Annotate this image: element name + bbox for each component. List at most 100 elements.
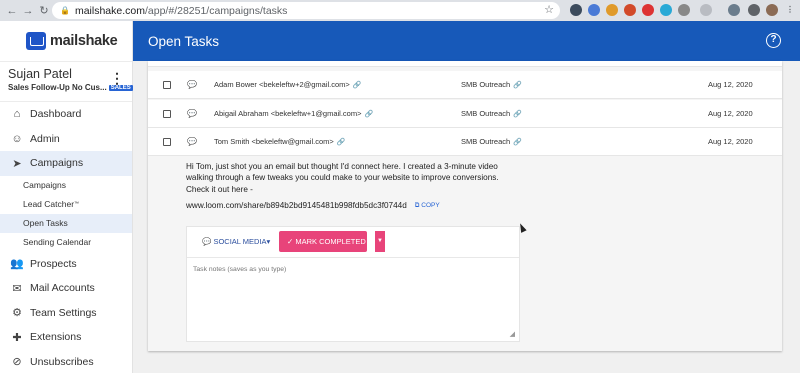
page-header: Open Tasks ? — [133, 21, 800, 61]
campaign-cell[interactable]: SMB Outreach 🔗 — [461, 137, 522, 146]
row-checkbox[interactable] — [163, 80, 171, 89]
date-cell: Aug 12, 2020 — [708, 137, 753, 146]
link-icon[interactable]: 🔗 — [513, 82, 522, 89]
sidebar-item-mail-accounts[interactable]: ✉ Mail Accounts — [0, 276, 132, 301]
contact-text: Adam Bower <bekeleftw+2@gmail.com> — [214, 80, 350, 89]
contact-text: Abigail Abraham <bekeleftw+1@gmail.com> — [214, 109, 362, 118]
task-url-line: www.loom.com/share/b894b2bd9145481b998fd… — [186, 201, 440, 210]
help-icon[interactable]: ? — [766, 33, 781, 48]
extension-icon[interactable] — [588, 4, 600, 16]
campaign-cell[interactable]: SMB Outreach 🔗 — [461, 80, 522, 89]
copy-button[interactable]: ⧉ COPY — [415, 202, 440, 210]
sidebar-subitem-label: Open Tasks — [23, 218, 68, 228]
social-media-dropdown[interactable]: 💬 SOCIAL MEDIA▾ — [202, 237, 270, 246]
campaign-text: SMB Outreach — [461, 137, 511, 146]
extension-icon[interactable] — [570, 4, 582, 16]
link-icon[interactable]: 🔗 — [513, 111, 522, 118]
extension-icon[interactable] — [660, 4, 672, 16]
task-notes-input[interactable] — [187, 257, 519, 341]
sidebar-item-label: Prospects — [30, 257, 77, 270]
trademark-mark: ™ — [74, 201, 80, 207]
chat-icon: 💬 — [187, 109, 197, 118]
extension-icon[interactable] — [728, 4, 740, 16]
paper-plane-icon: ➤ — [12, 157, 22, 170]
resize-handle-icon[interactable]: ◢ — [510, 330, 515, 338]
campaign-text: SMB Outreach — [461, 109, 511, 118]
gears-icon: ⚙ — [12, 307, 22, 320]
nav-menu: ⌂ Dashboard ☺ Admin ➤ Campaigns Campaigns L… — [0, 101, 132, 373]
forward-icon[interactable]: → — [20, 5, 36, 17]
envelope-icon: ✉ — [12, 282, 22, 295]
home-icon: ⌂ — [13, 108, 21, 121]
sidebar-item-dashboard[interactable]: ⌂ Dashboard — [0, 102, 132, 127]
extension-icon[interactable] — [624, 4, 636, 16]
sidebar-item-extensions[interactable]: ✚ Extensions — [0, 325, 132, 350]
sidebar-item-label: Extensions — [30, 331, 82, 344]
user-menu-icon[interactable]: ⋮ — [110, 70, 124, 87]
row-checkbox[interactable] — [163, 109, 171, 118]
bookmark-star-icon[interactable]: ☆ — [544, 3, 554, 16]
puzzle-icon[interactable] — [748, 4, 760, 16]
logo[interactable]: mailshake — [0, 21, 132, 61]
sidebar-subitem-campaigns[interactable]: Campaigns — [0, 176, 132, 195]
chat-icon: 💬 — [202, 237, 212, 246]
check-icon: ✓ — [287, 237, 296, 246]
more-icon[interactable]: ⋮ — [784, 4, 796, 16]
task-actions-box: 💬 SOCIAL MEDIA▾ ✓ MARK COMPLETED ▼ ◢ — [186, 226, 520, 342]
caret-down-icon: ▾ — [266, 237, 271, 246]
user-panel: Sujan Patel Sales Follow-Up No Cus... SAL… — [0, 61, 133, 101]
chat-icon: 💬 — [187, 80, 197, 89]
reload-icon[interactable]: ↻ — [36, 4, 52, 17]
copy-label: COPY — [421, 201, 440, 209]
link-icon[interactable]: 🔗 — [513, 139, 522, 146]
contact-cell[interactable]: Adam Bower <bekeleftw+2@gmail.com> 🔗 — [214, 80, 362, 89]
sidebar-item-label: Campaigns — [30, 157, 84, 170]
table-row[interactable] — [148, 61, 782, 67]
address-bar[interactable]: 🔒 mailshake.com/app/#/28251/campaigns/ta… — [52, 2, 560, 19]
user-slash-icon: ⊘ — [12, 356, 22, 369]
sidebar-item-prospects[interactable]: 👥 Prospects — [0, 252, 132, 277]
admin-icon: ☺ — [11, 132, 23, 145]
copy-icon: ⧉ — [414, 201, 420, 209]
extension-icon[interactable] — [642, 4, 654, 16]
mailshake-logo-icon — [26, 32, 46, 50]
sidebar-item-team-settings[interactable]: ⚙ Team Settings — [0, 301, 132, 326]
extension-icon[interactable] — [606, 4, 618, 16]
mark-completed-label: MARK COMPLETED — [295, 237, 366, 246]
task-url[interactable]: www.loom.com/share/b894b2bd9145481b998fd… — [186, 201, 407, 210]
extension-icon[interactable] — [678, 4, 690, 16]
sidebar-item-label: Mail Accounts — [30, 282, 95, 295]
sidebar-item-label: Dashboard — [30, 108, 82, 121]
link-icon[interactable]: 🔗 — [364, 111, 373, 118]
table-row[interactable]: 💬 Adam Bower <bekeleftw+2@gmail.com> 🔗 SM… — [148, 71, 782, 99]
date-cell: Aug 12, 2020 — [708, 109, 753, 118]
avatar[interactable] — [766, 4, 778, 16]
sidebar-subitem-label: Lead Catcher — [23, 199, 75, 209]
table-row[interactable]: 💬 Tom Smith <bekeleftw@gmail.com> 🔗 SMB O… — [148, 128, 782, 156]
table-row[interactable]: 💬 Abigail Abraham <bekeleftw+1@gmail.com… — [148, 100, 782, 128]
sidebar-item-admin[interactable]: ☺ Admin — [0, 127, 132, 152]
link-icon[interactable]: 🔗 — [337, 139, 346, 146]
contact-cell[interactable]: Tom Smith <bekeleftw@gmail.com> 🔗 — [214, 137, 345, 146]
puzzle-piece-icon: ✚ — [12, 331, 22, 344]
contact-text: Tom Smith <bekeleftw@gmail.com> — [214, 137, 334, 146]
contact-cell[interactable]: Abigail Abraham <bekeleftw+1@gmail.com> 🔗 — [214, 109, 373, 118]
mark-completed-dropdown-toggle[interactable]: ▼ — [375, 231, 385, 252]
sidebar-item-campaigns[interactable]: ➤ Campaigns — [0, 151, 132, 176]
sidebar-item-label: Admin — [30, 132, 60, 145]
link-icon[interactable]: 🔗 — [353, 82, 362, 89]
back-icon[interactable]: ← — [4, 5, 20, 17]
sidebar-subitem-lead-catcher[interactable]: Lead Catcher ™ — [0, 195, 132, 214]
row-checkbox[interactable] — [163, 137, 171, 146]
extension-icon[interactable] — [700, 4, 712, 16]
sidebar-item-label: Team Settings — [30, 306, 97, 319]
sidebar-subitem-open-tasks[interactable]: Open Tasks — [0, 213, 132, 233]
url-path: /app/#/28251/campaigns/tasks — [145, 4, 288, 17]
sidebar-subitem-sending-calendar[interactable]: Sending Calendar — [0, 233, 132, 252]
sidebar-item-unsubscribes[interactable]: ⊘ Unsubscribes — [0, 350, 132, 373]
people-icon: 👥 — [10, 258, 24, 271]
campaign-cell[interactable]: SMB Outreach 🔗 — [461, 109, 522, 118]
sidebar-subitem-label: Sending Calendar — [23, 237, 92, 247]
mark-completed-button[interactable]: ✓ MARK COMPLETED — [279, 231, 367, 252]
date-cell: Aug 12, 2020 — [708, 80, 753, 89]
